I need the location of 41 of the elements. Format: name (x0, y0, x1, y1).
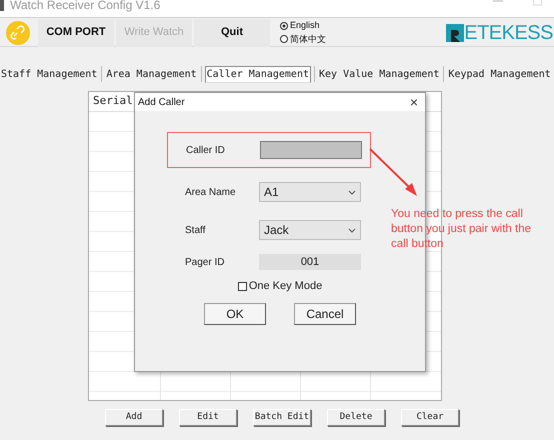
action-button[interactable]: Clear (401, 409, 459, 426)
language-label[interactable]: English (290, 19, 320, 32)
field-label: Caller ID (186, 144, 226, 158)
tab[interactable]: Staff Management (0, 66, 98, 82)
field-label: Staff (185, 224, 206, 238)
tab[interactable]: Area Management (105, 66, 198, 82)
minimize-icon[interactable] (493, 0, 503, 3)
close-button[interactable]: × (410, 95, 418, 109)
annotation-text: You need to press the call button you just pair with the call button (391, 207, 532, 252)
language-label[interactable]: 简体中文 (290, 32, 326, 46)
action-button[interactable]: Edit (179, 409, 237, 426)
toolbar-button[interactable]: Quit (194, 18, 270, 46)
chevron-icon (348, 190, 356, 194)
chain-link-icon (6, 20, 30, 44)
annotation-arrow (369, 148, 419, 198)
field-label: Area Name (185, 186, 237, 200)
dialog-button[interactable]: OK (204, 302, 266, 324)
toolbar-button[interactable]: COM PORT (38, 18, 114, 46)
dropdown[interactable]: A1 (259, 182, 361, 202)
window-title: Watch Receiver Config V1.6 (10, 0, 160, 14)
caller-id-field[interactable] (260, 141, 362, 159)
maximize-icon[interactable] (533, 0, 542, 6)
dialog-title: Add Caller (138, 96, 185, 110)
radio-button[interactable] (280, 22, 288, 30)
app-icon (0, 0, 4, 11)
tab[interactable]: Keypad Management (447, 66, 552, 82)
tab[interactable]: Caller Management (204, 66, 311, 82)
dropdown[interactable]: Jack (259, 220, 361, 240)
chevron-icon (348, 228, 356, 232)
brand-logo: ETEKESS (464, 22, 553, 42)
radio-button[interactable] (280, 35, 288, 44)
one-key-mode-checkbox[interactable]: One Key Mode (238, 278, 322, 294)
tab[interactable]: Key Value Management (318, 66, 440, 82)
pager-id-field: 001 (259, 254, 361, 270)
field-label: Pager ID (185, 256, 226, 270)
logo-mark-icon (446, 24, 464, 42)
dialog-button[interactable]: Cancel (294, 302, 356, 324)
action-button[interactable]: Add (105, 409, 163, 426)
column-header: Serial (93, 93, 133, 110)
action-button[interactable]: Delete (327, 409, 385, 426)
action-button[interactable]: Batch Edit (253, 409, 311, 426)
